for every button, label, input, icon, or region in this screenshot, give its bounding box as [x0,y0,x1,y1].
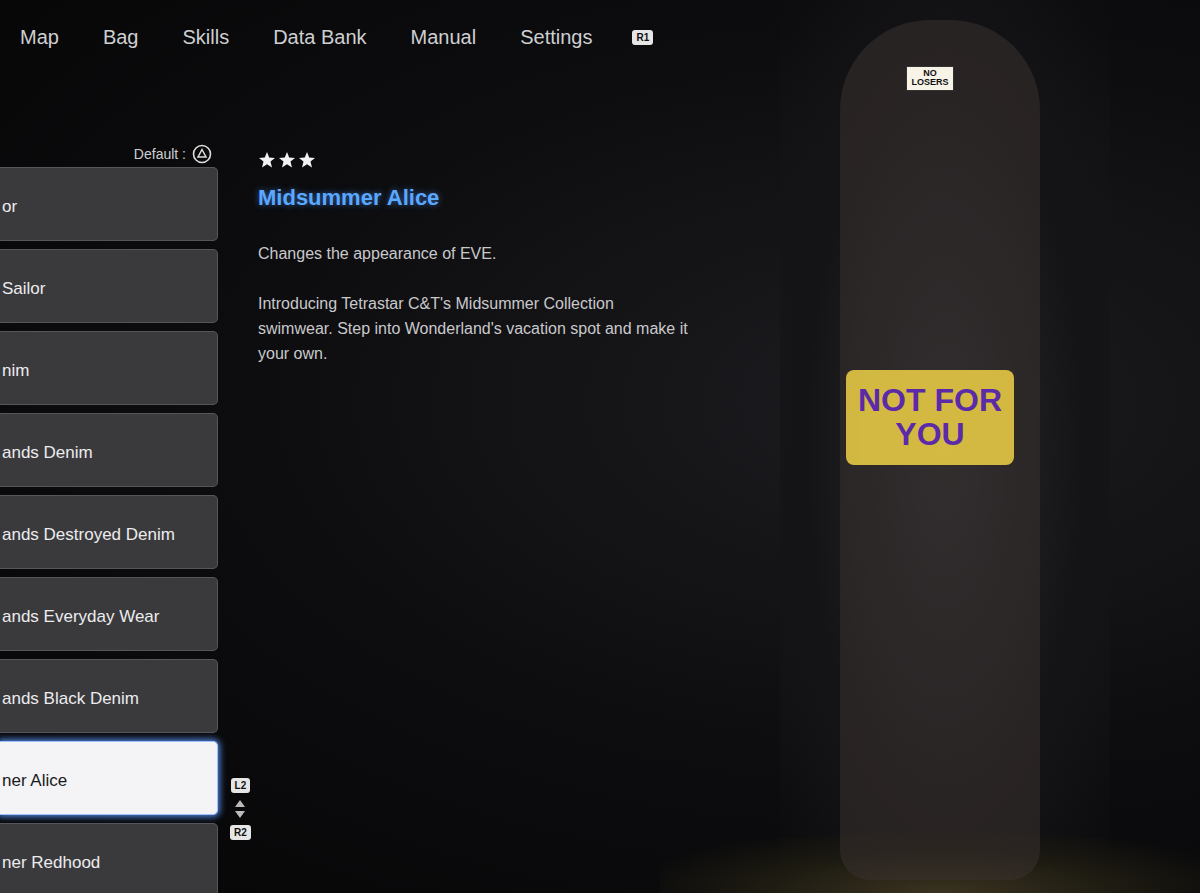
outfit-item[interactable]: Sailor [0,249,218,323]
nav-tab[interactable]: Manual [411,26,477,49]
outfit-label: nim [2,361,29,381]
character-preview: NO LOSERS NOT FOR YOU [780,0,1110,893]
sticker: NOT FOR YOU [846,370,1014,465]
outfit-label: or [2,197,17,217]
outfit-item[interactable]: ner Redhood [0,823,218,893]
outfit-list: or Sailor nim ands Denim ands Destroyed Deni… [0,167,218,893]
triangle-button-icon [192,144,212,164]
sticker: NO LOSERS [906,66,954,91]
nav-tab[interactable]: Skills [183,26,230,49]
outfit-label: ner Redhood [2,853,100,873]
outfit-item[interactable]: ands Everyday Wear [0,577,218,651]
description-paragraph: Introducing Tetrastar C&T's Midsummer Co… [258,291,688,366]
l2-key[interactable]: L2 [231,778,251,793]
star-icon [298,151,316,169]
scroll-hint: L2 R2 [230,778,251,840]
outfit-item[interactable]: ands Destroyed Denim [0,495,218,569]
up-down-arrows-icon [234,799,246,819]
outfit-column: Default : or Sailor nim ands Denim ands Destr… [0,145,218,893]
nav-tab[interactable]: Settings [520,26,592,49]
outfit-item[interactable]: ner Alice [0,741,218,815]
outfit-item[interactable]: ands Black Denim [0,659,218,733]
outfit-item[interactable]: nim [0,331,218,405]
outfit-item[interactable]: ands Denim [0,413,218,487]
nav-tab[interactable]: Data Bank [273,26,366,49]
default-label: Default : [134,146,186,162]
outfit-description: Changes the appearance of EVE. Introducin… [258,241,688,366]
r2-key[interactable]: R2 [230,825,251,840]
nav-tab[interactable]: Map [20,26,59,49]
star-icon [278,151,296,169]
outfit-label: Sailor [2,279,45,299]
outfit-label: ands Black Denim [2,689,139,709]
outfit-label: ands Denim [2,443,93,463]
outfit-label: ands Destroyed Denim [2,525,175,545]
outfit-item[interactable]: or [0,167,218,241]
description-paragraph: Changes the appearance of EVE. [258,241,688,266]
nav-tab[interactable]: Bag [103,26,139,49]
outfit-label: ands Everyday Wear [2,607,159,627]
star-icon [258,151,276,169]
r1-key[interactable]: R1 [632,30,653,45]
outfit-label: ner Alice [2,771,67,791]
default-hint: Default : [0,145,218,163]
